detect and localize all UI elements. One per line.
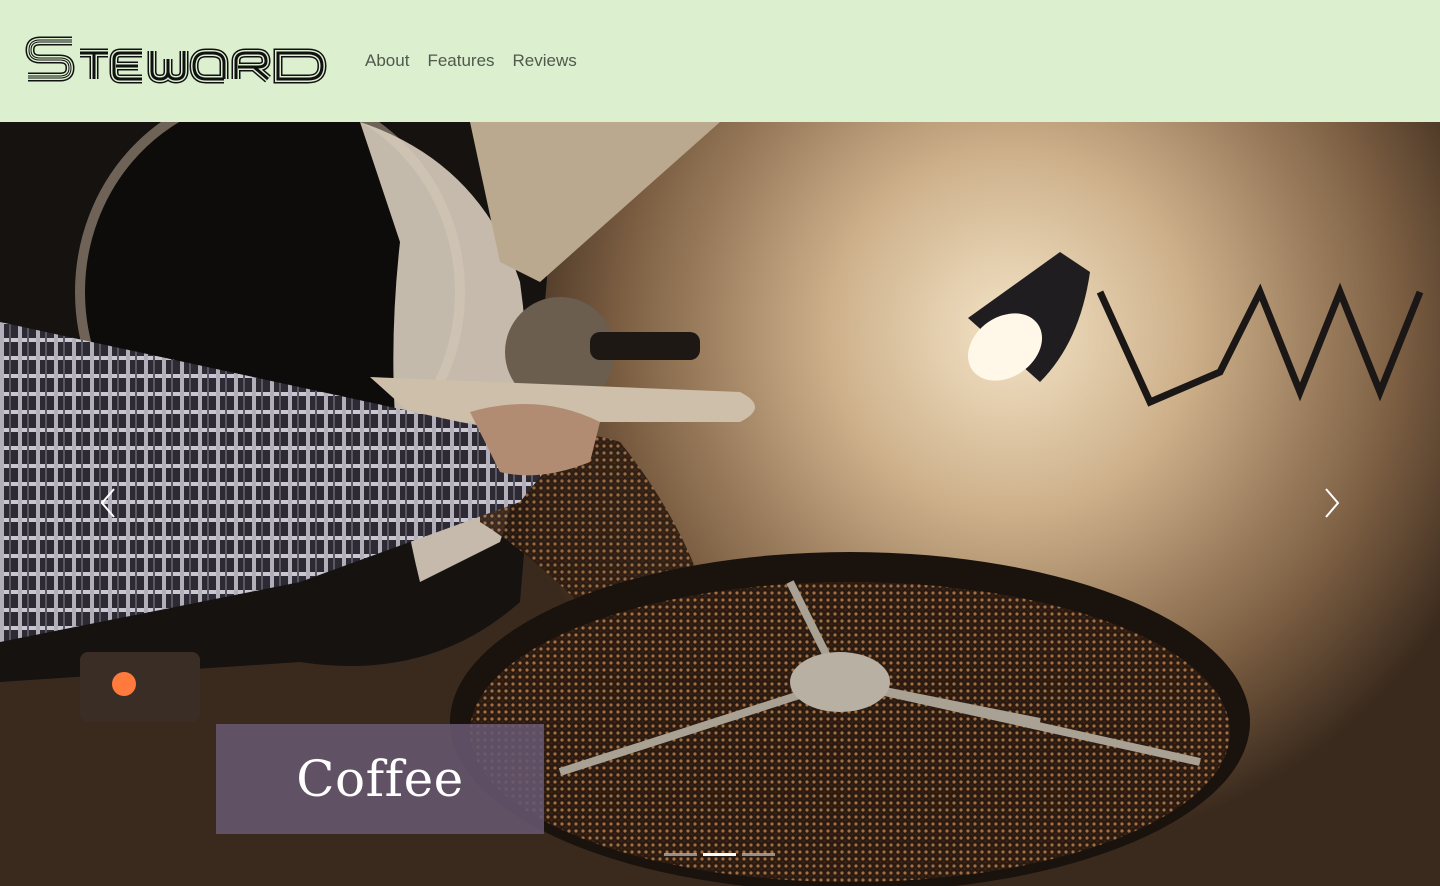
- brand-logo[interactable]: [24, 33, 328, 85]
- slide-caption-title: Coffee: [296, 750, 464, 808]
- chevron-left-icon: [100, 488, 115, 518]
- carousel-indicator-3[interactable]: [742, 853, 775, 856]
- nav-link-features[interactable]: Features: [427, 51, 494, 71]
- carousel-indicator-1[interactable]: [664, 853, 697, 856]
- nav-link-about[interactable]: About: [365, 51, 409, 71]
- chevron-right-icon: [1325, 488, 1340, 518]
- carousel-prev-button[interactable]: [78, 477, 138, 531]
- carousel-next-button[interactable]: [1302, 477, 1362, 531]
- nav-link-reviews[interactable]: Reviews: [513, 51, 577, 71]
- main-nav: About Features Reviews: [365, 51, 577, 71]
- hero-carousel: Coffee: [0, 122, 1440, 886]
- site-header: About Features Reviews: [0, 0, 1440, 122]
- carousel-indicator-2[interactable]: [703, 853, 736, 856]
- slide-caption-box: Coffee: [216, 724, 544, 834]
- carousel-indicators: [664, 853, 775, 856]
- steward-wordmark: [25, 36, 327, 84]
